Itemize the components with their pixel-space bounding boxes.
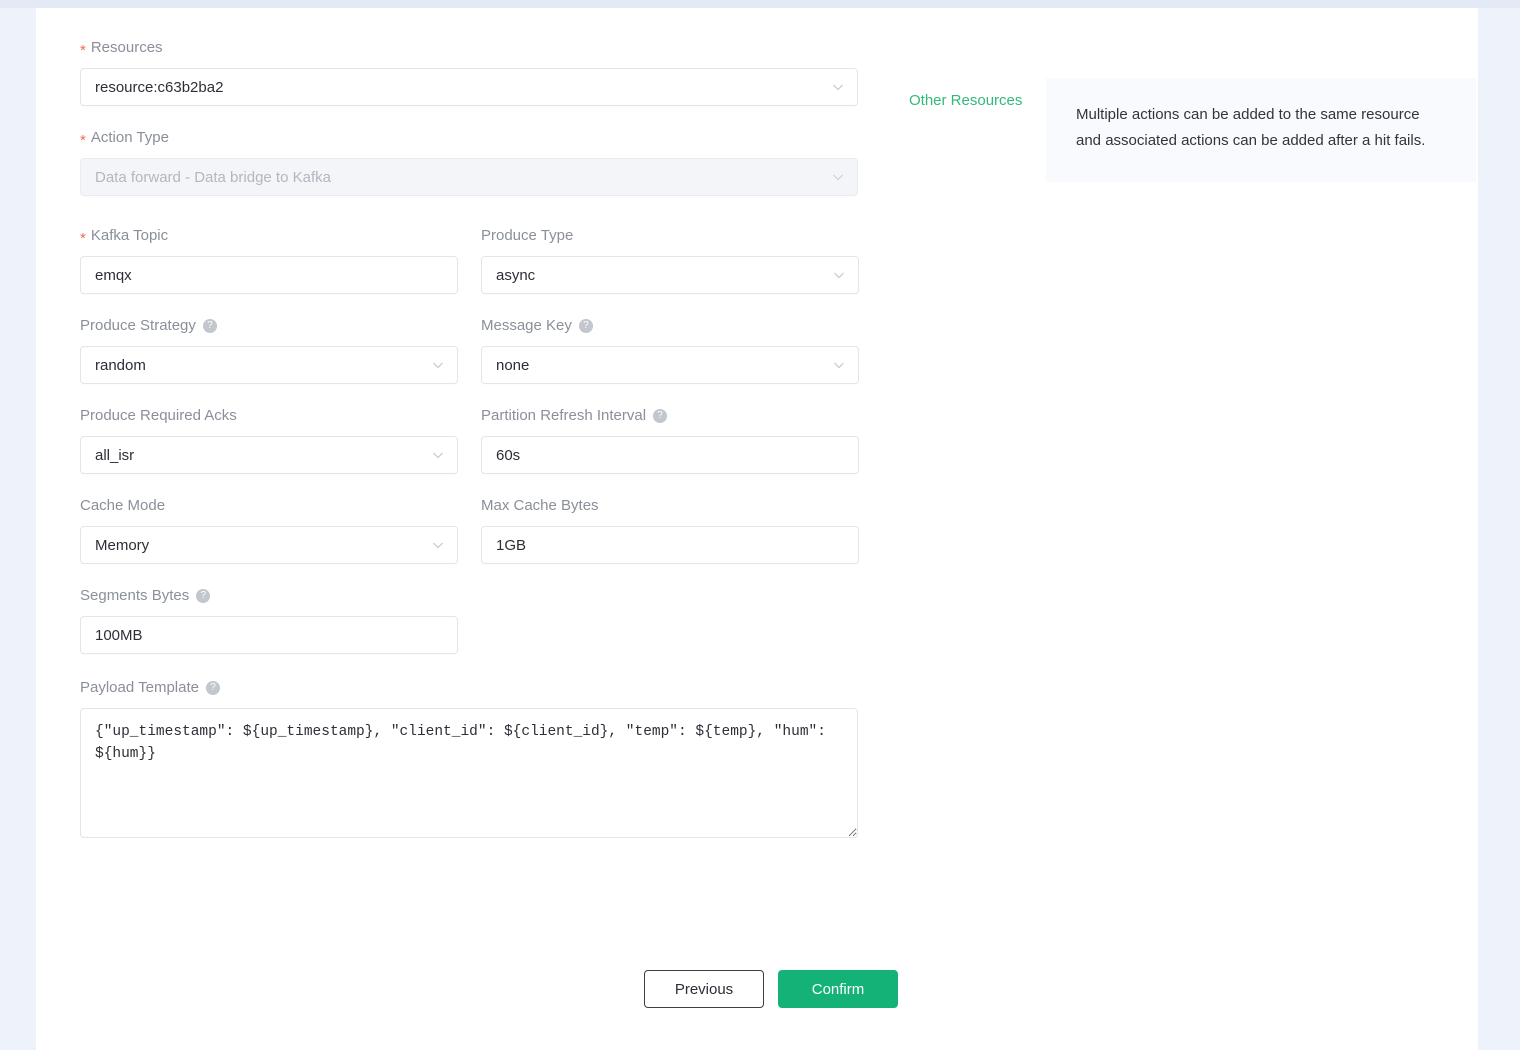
row-topic-producetype: * Kafka Topic emqx Produce Type async — [80, 226, 910, 294]
field-partition-refresh-interval: Partition Refresh Interval ? 60s — [481, 406, 859, 474]
produce-strategy-value: random — [95, 356, 146, 374]
partition-refresh-interval-value: 60s — [496, 446, 521, 464]
kafka-topic-label-text: Kafka Topic — [90, 227, 169, 244]
chevron-down-icon — [832, 358, 846, 372]
max-cache-bytes-value: 1GB — [496, 536, 527, 554]
required-asterisk: * — [80, 41, 86, 59]
resources-value: resource:c63b2ba2 — [95, 78, 224, 96]
row-strategy-messagekey: Produce Strategy ? random Message Key ? … — [80, 316, 910, 384]
cache-mode-select[interactable]: Memory — [80, 526, 458, 564]
field-segments-bytes: Segments Bytes ? 100MB — [80, 586, 910, 654]
payload-template-textarea[interactable] — [80, 708, 858, 838]
partition-refresh-interval-input-wrap[interactable]: 60s — [481, 436, 859, 474]
previous-button[interactable]: Previous — [644, 970, 764, 1008]
segments-bytes-label: Segments Bytes ? — [80, 586, 910, 606]
field-max-cache-bytes: Max Cache Bytes 1GB — [481, 496, 859, 564]
payload-template-label-text: Payload Template — [80, 679, 199, 696]
payload-template-label: Payload Template ? — [80, 678, 910, 698]
info-panel: Multiple actions can be added to the sam… — [1046, 78, 1476, 182]
chevron-down-icon — [431, 358, 445, 372]
segments-bytes-label-text: Segments Bytes — [80, 587, 190, 604]
top-strip — [0, 0, 1520, 8]
produce-required-acks-label: Produce Required Acks — [80, 406, 458, 426]
resources-label: * Resources — [80, 38, 910, 58]
other-resources-link[interactable]: Other Resources — [909, 92, 1022, 109]
field-resources: * Resources resource:c63b2ba2 — [80, 38, 910, 106]
chevron-down-icon — [832, 268, 846, 282]
form-footer-actions: Previous Confirm — [644, 970, 898, 1008]
field-produce-strategy: Produce Strategy ? random — [80, 316, 458, 384]
chevron-down-icon — [831, 170, 845, 184]
message-key-label-text: Message Key — [481, 317, 572, 334]
question-circle-icon[interactable]: ? — [653, 409, 668, 423]
produce-required-acks-select[interactable]: all_isr — [80, 436, 458, 474]
chevron-down-icon — [431, 448, 445, 462]
kafka-topic-label: * Kafka Topic — [80, 226, 458, 246]
row-cachemode-maxcache: Cache Mode Memory Max Cache Bytes 1GB — [80, 496, 910, 564]
question-circle-icon[interactable]: ? — [578, 319, 593, 333]
field-kafka-topic: * Kafka Topic emqx — [80, 226, 458, 294]
row-acks-partition: Produce Required Acks all_isr Partition … — [80, 406, 910, 474]
cache-mode-label-text: Cache Mode — [80, 497, 166, 514]
action-type-value: Data forward - Data bridge to Kafka — [95, 168, 331, 186]
kafka-topic-input-wrap[interactable]: emqx — [80, 256, 458, 294]
chevron-down-icon — [831, 80, 845, 94]
produce-required-acks-label-text: Produce Required Acks — [80, 407, 237, 424]
segments-bytes-value: 100MB — [95, 626, 143, 644]
produce-strategy-label-text: Produce Strategy — [80, 317, 196, 334]
message-key-select[interactable]: none — [481, 346, 859, 384]
resources-label-text: Resources — [90, 39, 163, 56]
produce-type-select[interactable]: async — [481, 256, 859, 294]
required-asterisk: * — [80, 229, 86, 247]
produce-type-value: async — [496, 266, 536, 284]
produce-type-label-text: Produce Type — [481, 227, 574, 244]
page-root: Other Resources Multiple actions can be … — [0, 0, 1520, 1050]
produce-strategy-label: Produce Strategy ? — [80, 316, 458, 336]
confirm-button[interactable]: Confirm — [778, 970, 898, 1008]
action-form: * Resources resource:c63b2ba2 * Action T… — [80, 38, 910, 865]
cache-mode-value: Memory — [95, 536, 150, 554]
field-message-key: Message Key ? none — [481, 316, 859, 384]
message-key-label: Message Key ? — [481, 316, 859, 336]
field-produce-type: Produce Type async — [481, 226, 859, 294]
max-cache-bytes-label: Max Cache Bytes — [481, 496, 859, 516]
field-cache-mode: Cache Mode Memory — [80, 496, 458, 564]
question-circle-icon[interactable]: ? — [196, 589, 211, 603]
question-circle-icon[interactable]: ? — [205, 681, 220, 695]
max-cache-bytes-input-wrap[interactable]: 1GB — [481, 526, 859, 564]
produce-strategy-select[interactable]: random — [80, 346, 458, 384]
action-type-label-text: Action Type — [90, 129, 169, 146]
action-type-label: * Action Type — [80, 128, 910, 148]
partition-refresh-interval-label-text: Partition Refresh Interval — [481, 407, 647, 424]
field-produce-required-acks: Produce Required Acks all_isr — [80, 406, 458, 474]
required-asterisk: * — [80, 131, 86, 149]
resources-select[interactable]: resource:c63b2ba2 — [80, 68, 858, 106]
produce-type-label: Produce Type — [481, 226, 859, 246]
message-key-value: none — [496, 356, 530, 374]
field-action-type: * Action Type Data forward - Data bridge… — [80, 128, 910, 196]
cache-mode-label: Cache Mode — [80, 496, 458, 516]
produce-required-acks-value: all_isr — [95, 446, 135, 464]
action-type-select: Data forward - Data bridge to Kafka — [80, 158, 858, 196]
segments-bytes-input-wrap[interactable]: 100MB — [80, 616, 458, 654]
field-payload-template: Payload Template ? — [80, 678, 910, 843]
max-cache-bytes-label-text: Max Cache Bytes — [481, 497, 599, 514]
chevron-down-icon — [431, 538, 445, 552]
kafka-topic-value: emqx — [95, 266, 132, 284]
content-card: Other Resources Multiple actions can be … — [36, 8, 1478, 1050]
partition-refresh-interval-label: Partition Refresh Interval ? — [481, 406, 859, 426]
question-circle-icon[interactable]: ? — [202, 319, 217, 333]
